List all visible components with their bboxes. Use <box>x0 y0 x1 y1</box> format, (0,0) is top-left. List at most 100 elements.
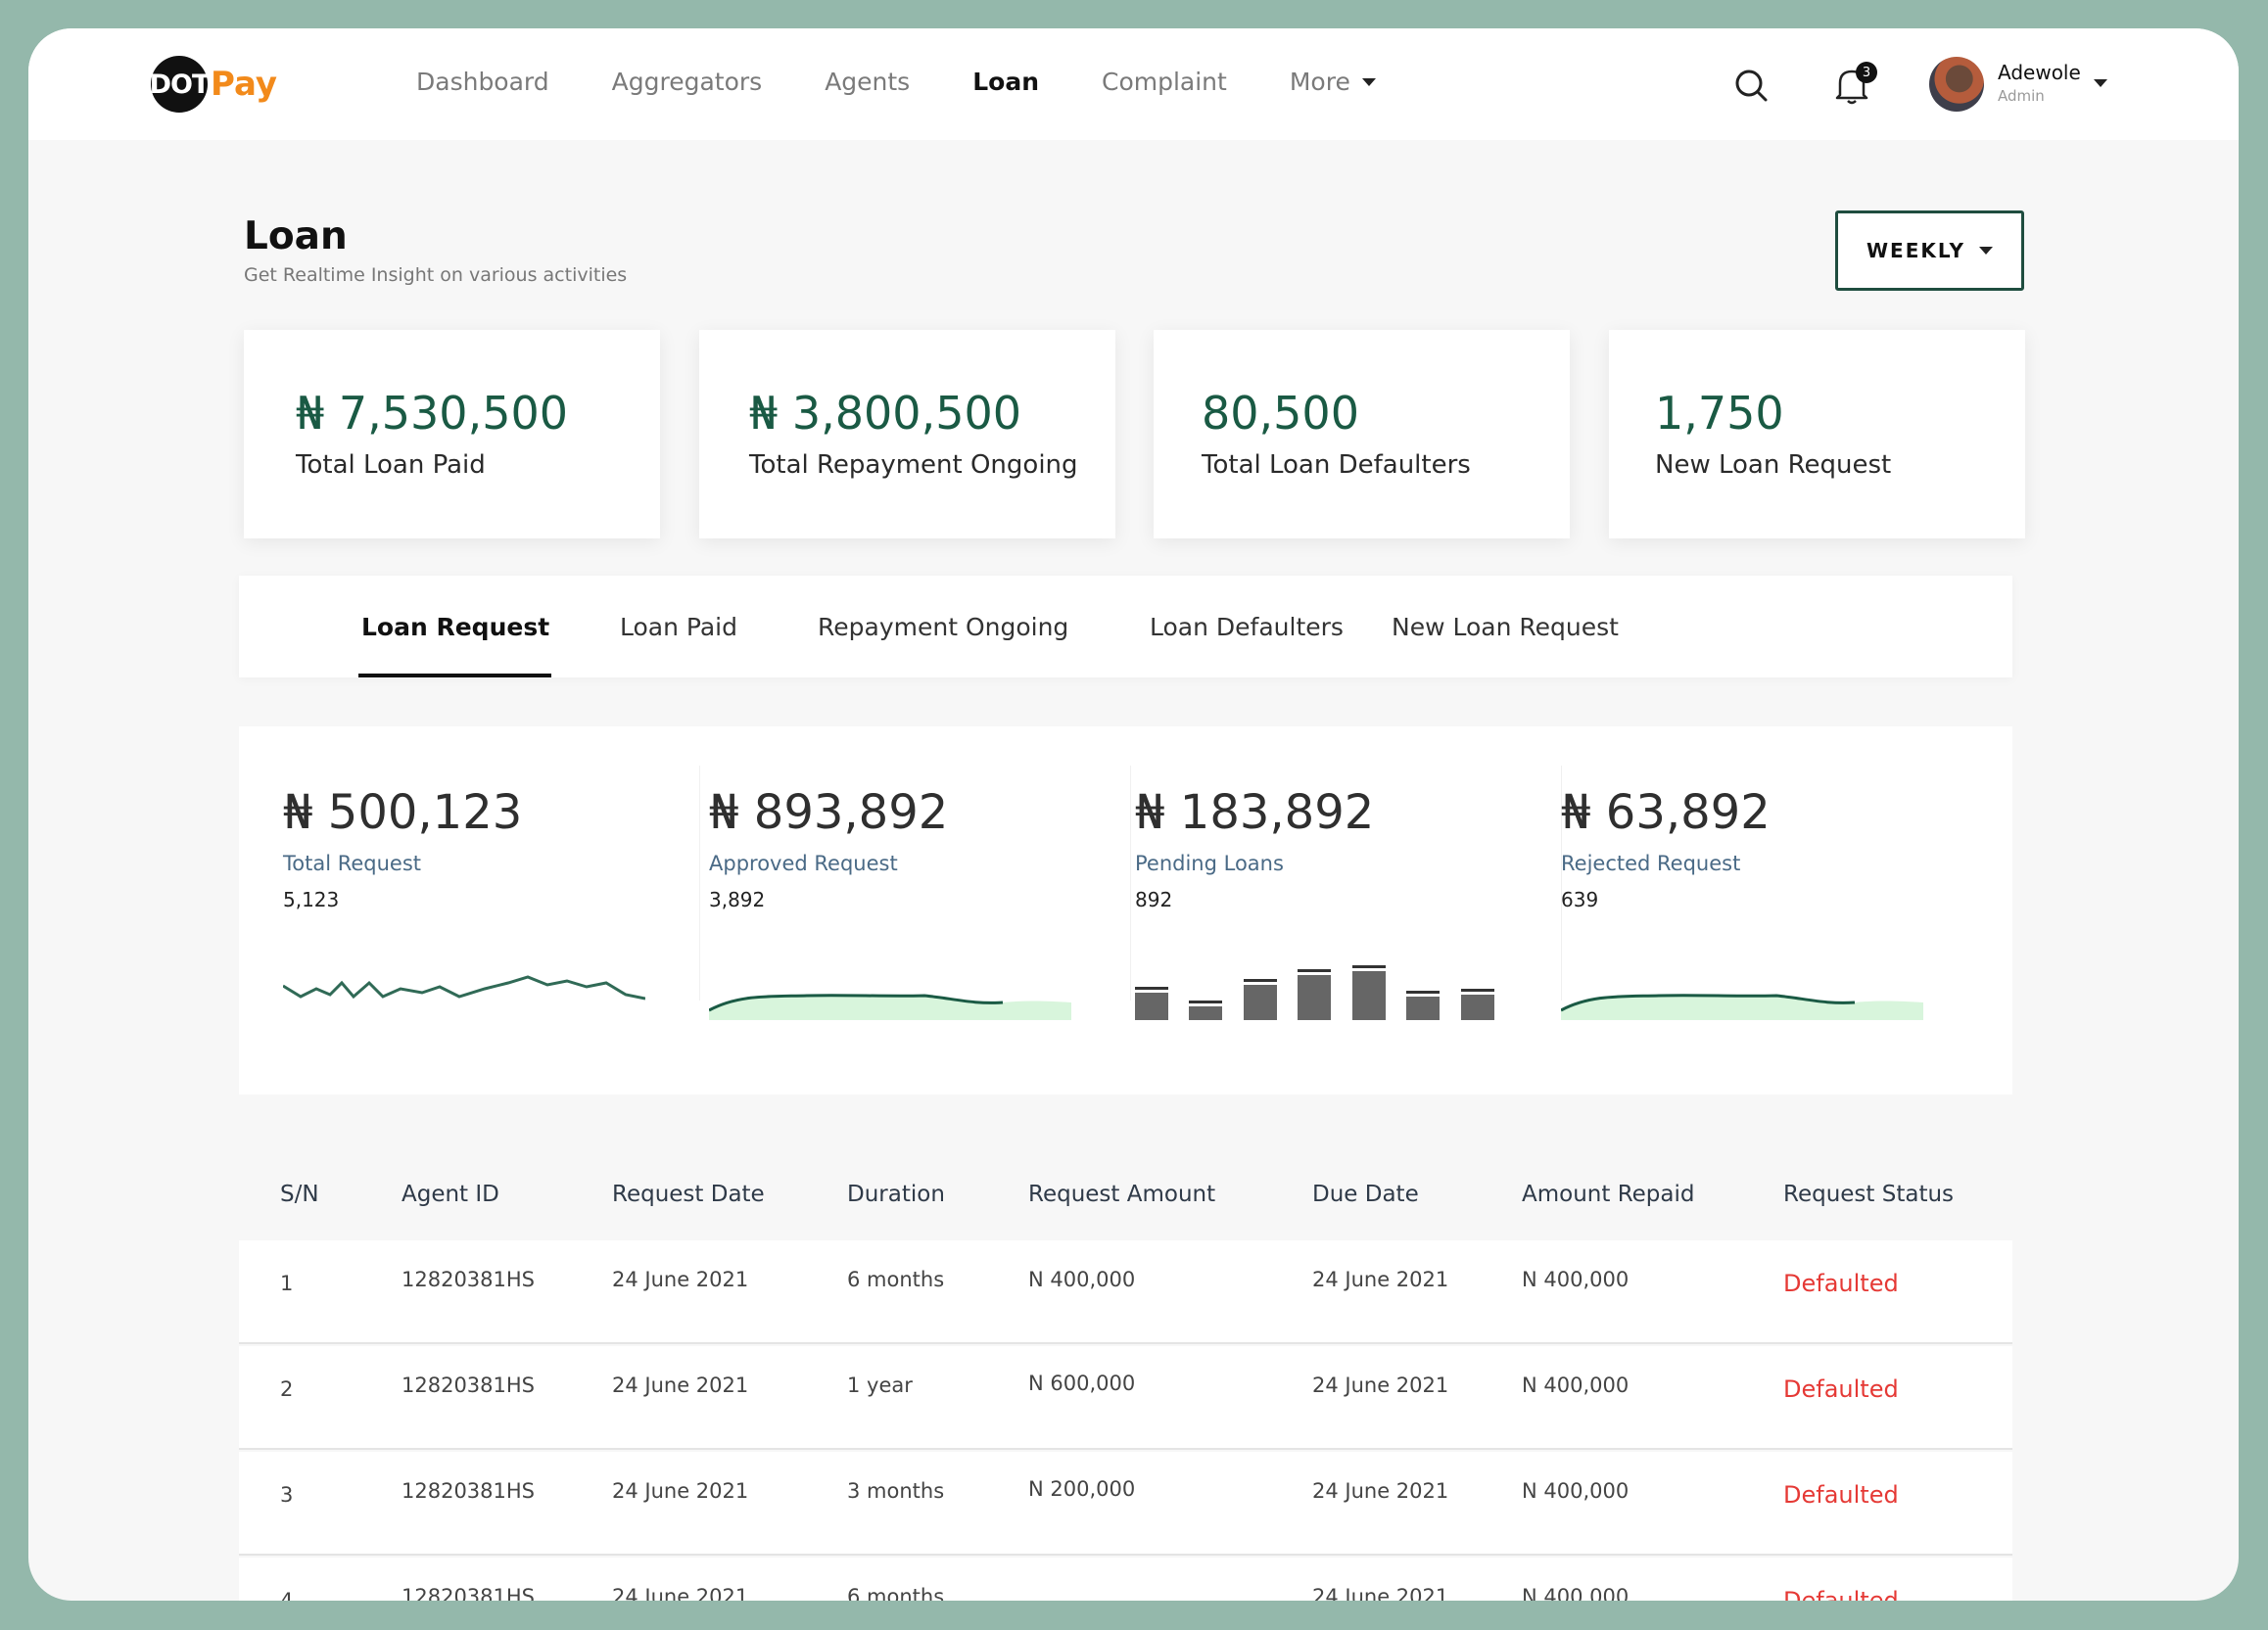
tab-loan-paid[interactable]: Loan Paid <box>620 576 737 677</box>
cell-amount-repaid: N 400,000 <box>1522 1374 1630 1397</box>
cell-duration: 3 months <box>847 1479 945 1503</box>
metric-label: Total Request <box>283 852 422 875</box>
metric-label: Pending Loans <box>1135 852 1284 875</box>
cell-agent-id: 12820381HS <box>402 1479 536 1503</box>
stat-label: Total Repayment Ongoing <box>749 450 1078 480</box>
metric-count: 5,123 <box>283 888 340 911</box>
avatar[interactable] <box>1929 57 1984 112</box>
cell-sn: 2 <box>280 1377 294 1401</box>
metric-label: Rejected Request <box>1561 852 1741 875</box>
cell-agent-id: 12820381HS <box>402 1374 536 1397</box>
column-header[interactable]: Request Amount <box>1028 1182 1215 1207</box>
stat-label: Total Loan Paid <box>296 450 486 480</box>
cell-request-date: 24 June 2021 <box>612 1585 749 1601</box>
cell-request-date: 24 June 2021 <box>612 1268 749 1291</box>
metric-value: ₦ 893,892 <box>709 785 949 840</box>
stat-label: New Loan Request <box>1655 450 1892 480</box>
tab-loan-request[interactable]: Loan Request <box>361 576 549 677</box>
table-row[interactable]: 1 12820381HS 24 June 2021 6 months N 400… <box>239 1240 2012 1344</box>
nav-dashboard[interactable]: Dashboard <box>416 68 549 96</box>
stat-card-total-repayment-ongoing: ₦ 3,800,500 Total Repayment Ongoing <box>699 330 1115 538</box>
user-role: Admin <box>1998 87 2045 105</box>
column-header[interactable]: S/N <box>280 1182 319 1207</box>
column-header[interactable]: Due Date <box>1312 1182 1419 1207</box>
table-row[interactable]: 4 12820381HS 24 June 2021 6 months 24 Ju… <box>239 1558 2012 1601</box>
nav-aggregators[interactable]: Aggregators <box>612 68 763 96</box>
column-header[interactable]: Amount Repaid <box>1522 1182 1694 1207</box>
stat-value: 1,750 <box>1655 387 1784 440</box>
stat-value: ₦ 7,530,500 <box>296 387 568 440</box>
user-name[interactable]: Adewole <box>1998 61 2081 84</box>
metric-pending-loans: ₦ 183,892 Pending Loans 892 <box>1110 726 1522 1040</box>
cell-agent-id: 12820381HS <box>402 1268 536 1291</box>
area-sparkline-rejected-request <box>1561 994 1923 1020</box>
tab-loan-defaulters[interactable]: Loan Defaulters <box>1150 576 1344 677</box>
user-menu-chevron-down-icon[interactable] <box>2094 79 2107 87</box>
metrics-panel: ₦ 500,123 Total Request 5,123 ₦ 893,892 … <box>239 726 2012 1094</box>
loan-tabs: Loan Request Loan Paid Repayment Ongoing… <box>239 576 2012 677</box>
nav-more[interactable]: More <box>1290 68 1376 96</box>
active-tab-indicator <box>358 674 551 677</box>
period-dropdown[interactable]: WEEKLY <box>1835 210 2024 291</box>
metric-count: 892 <box>1135 888 1173 911</box>
stat-value: ₦ 3,800,500 <box>749 387 1021 440</box>
cell-amount-repaid: N 400,000 <box>1522 1479 1630 1503</box>
period-dropdown-label: WEEKLY <box>1866 239 1965 262</box>
column-header[interactable]: Agent ID <box>402 1182 499 1207</box>
stat-card-total-loan-defaulters: 80,500 Total Loan Defaulters <box>1154 330 1570 538</box>
metric-approved-request: ₦ 893,892 Approved Request 3,892 <box>685 726 1096 1040</box>
cell-duration: 1 year <box>847 1374 913 1397</box>
cell-amount-repaid: N 400,000 <box>1522 1268 1630 1291</box>
logo[interactable]: DOT Pay <box>150 56 277 113</box>
column-header[interactable]: Request Status <box>1783 1182 1954 1207</box>
metric-count: 639 <box>1561 888 1599 911</box>
nav-agents[interactable]: Agents <box>825 68 910 96</box>
nav-complaint[interactable]: Complaint <box>1102 68 1227 96</box>
chevron-down-icon <box>1979 247 1993 255</box>
cell-due-date: 24 June 2021 <box>1312 1585 1449 1601</box>
nav-loan[interactable]: Loan <box>972 68 1039 96</box>
cell-request-date: 24 June 2021 <box>612 1374 749 1397</box>
metric-count: 3,892 <box>709 888 766 911</box>
cell-due-date: 24 June 2021 <box>1312 1268 1449 1291</box>
notification-bell[interactable]: 3 <box>1832 62 1877 107</box>
status-badge: Defaulted <box>1783 1481 1899 1509</box>
table-row[interactable]: 2 12820381HS 24 June 2021 1 year N 600,0… <box>239 1346 2012 1450</box>
cell-sn: 3 <box>280 1483 294 1507</box>
main-nav: Dashboard Aggregators Agents Loan Compla… <box>416 68 1376 96</box>
cell-sn: 1 <box>280 1272 294 1295</box>
status-badge: Defaulted <box>1783 1587 1899 1601</box>
cell-request-amount: N 400,000 <box>1028 1268 1136 1291</box>
stat-value: 80,500 <box>1202 387 1359 440</box>
page-subtitle: Get Realtime Insight on various activiti… <box>244 264 628 286</box>
bar-sparkline-pending-loans <box>1135 965 1494 1020</box>
metric-label: Approved Request <box>709 852 898 875</box>
metric-value: ₦ 63,892 <box>1561 785 1771 840</box>
cell-request-amount: N 200,000 <box>1028 1477 1136 1501</box>
cell-amount-repaid: N 400,000 <box>1522 1585 1630 1601</box>
top-navigation-bar: DOT Pay Dashboard Aggregators Agents Loa… <box>28 28 2239 140</box>
area-sparkline-approved-request <box>709 994 1071 1020</box>
metric-value: ₦ 500,123 <box>283 785 523 840</box>
tab-repayment-ongoing[interactable]: Repayment Ongoing <box>818 576 1068 677</box>
cell-due-date: 24 June 2021 <box>1312 1374 1449 1397</box>
table-row[interactable]: 3 12820381HS 24 June 2021 3 months N 200… <box>239 1452 2012 1556</box>
search-icon[interactable] <box>1733 68 1769 103</box>
status-badge: Defaulted <box>1783 1270 1899 1297</box>
stat-label: Total Loan Defaulters <box>1202 450 1471 480</box>
cell-due-date: 24 June 2021 <box>1312 1479 1449 1503</box>
cell-agent-id: 12820381HS <box>402 1585 536 1601</box>
sparkline-total-request <box>283 975 645 1001</box>
metric-total-request: ₦ 500,123 Total Request 5,123 <box>259 726 670 1040</box>
metric-rejected-request: ₦ 63,892 Rejected Request 639 <box>1536 726 1948 1040</box>
logo-mark: DOT <box>150 56 210 113</box>
column-header[interactable]: Duration <box>847 1182 945 1207</box>
cell-duration: 6 months <box>847 1268 945 1291</box>
app-frame: DOT Pay Dashboard Aggregators Agents Loa… <box>28 28 2239 1601</box>
notification-badge: 3 <box>1856 62 1877 83</box>
page-title: Loan <box>244 214 348 258</box>
column-header[interactable]: Request Date <box>612 1182 765 1207</box>
tab-new-loan-request[interactable]: New Loan Request <box>1392 576 1619 677</box>
cell-request-date: 24 June 2021 <box>612 1479 749 1503</box>
chevron-down-icon <box>1361 77 1376 86</box>
